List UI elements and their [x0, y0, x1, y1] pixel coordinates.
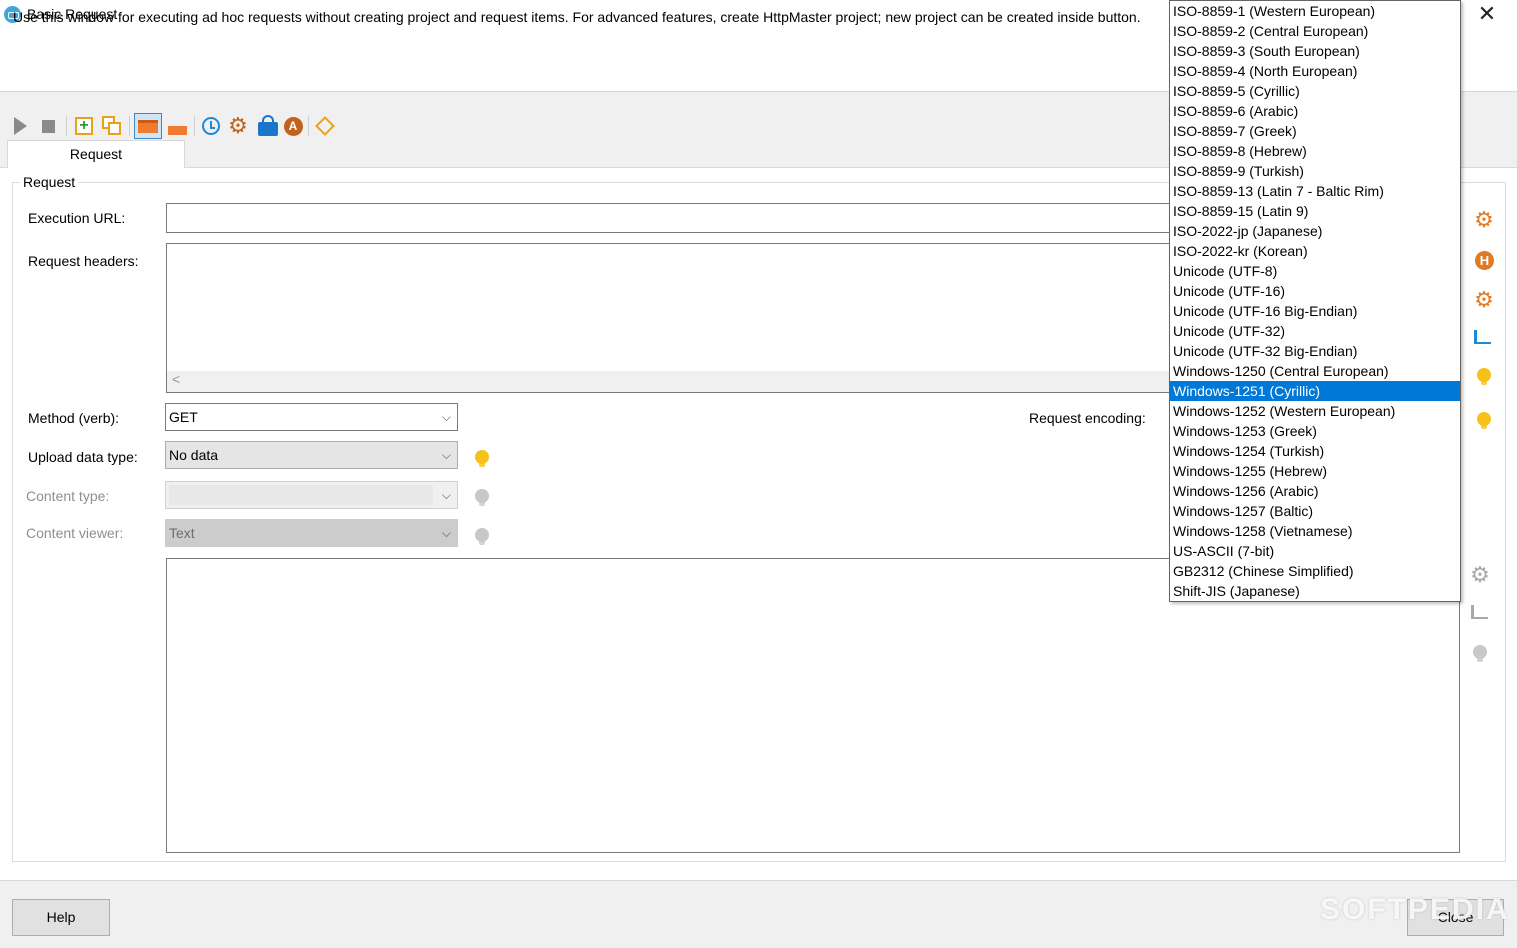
toolbar-separator: [308, 116, 309, 136]
encoding-option[interactable]: Unicode (UTF-16): [1170, 281, 1460, 301]
encoding-option[interactable]: Unicode (UTF-8): [1170, 261, 1460, 281]
upload-data-type-select[interactable]: No data ⌵: [165, 441, 458, 469]
chevron-down-icon: ⌵: [441, 410, 451, 424]
body-hint-bulb-icon: [1473, 645, 1487, 662]
encoding-option[interactable]: ISO-8859-4 (North European): [1170, 61, 1460, 81]
add-icon[interactable]: +: [74, 116, 94, 136]
url-settings-icon[interactable]: ⚙: [1474, 209, 1494, 231]
headers-settings-icon[interactable]: ⚙: [1474, 289, 1494, 311]
encoding-option[interactable]: Windows-1250 (Central European): [1170, 361, 1460, 381]
encoding-option[interactable]: Windows-1251 (Cyrillic): [1170, 381, 1460, 401]
encoding-option[interactable]: ISO-8859-2 (Central European): [1170, 21, 1460, 41]
encoding-option[interactable]: Windows-1257 (Baltic): [1170, 501, 1460, 521]
execution-url-label: Execution URL:: [28, 210, 126, 226]
encoding-option[interactable]: Unicode (UTF-16 Big-Endian): [1170, 301, 1460, 321]
settings-icon[interactable]: ⚙: [228, 115, 248, 137]
encoding-option[interactable]: Windows-1256 (Arabic): [1170, 481, 1460, 501]
chevron-down-icon: ⌵: [441, 526, 451, 540]
content-type-label: Content type:: [26, 488, 110, 504]
encoding-option[interactable]: Unicode (UTF-32): [1170, 321, 1460, 341]
encoding-option[interactable]: Windows-1253 (Greek): [1170, 421, 1460, 441]
close-icon[interactable]: ✕: [1475, 3, 1499, 27]
content-type-field: [169, 485, 433, 505]
execution-url-input[interactable]: [166, 203, 1176, 233]
timer-icon[interactable]: [201, 116, 221, 136]
auth-icon[interactable]: A: [283, 116, 303, 136]
toolbar-separator: [66, 116, 67, 136]
method-select[interactable]: GET ⌵: [165, 403, 458, 431]
headers-hint-bulb-icon[interactable]: [1477, 368, 1491, 385]
encoding-option[interactable]: Unicode (UTF-32 Big-Endian): [1170, 341, 1460, 361]
encoding-option[interactable]: Windows-1258 (Vietnamese): [1170, 521, 1460, 541]
request-group-label: Request: [20, 174, 79, 190]
scroll-left-icon[interactable]: <: [172, 371, 180, 387]
headers-horizontal-scrollbar[interactable]: [167, 371, 1175, 392]
encoding-option[interactable]: ISO-8859-5 (Cyrillic): [1170, 81, 1460, 101]
help-button[interactable]: Help: [12, 899, 110, 936]
headers-icon[interactable]: H: [1475, 251, 1494, 270]
hint-bulb-icon[interactable]: [475, 450, 489, 467]
method-value: GET: [169, 409, 198, 425]
encoding-option[interactable]: ISO-8859-3 (South European): [1170, 41, 1460, 61]
layout-horizontal-icon[interactable]: [134, 113, 162, 139]
description-text: Use this window for executing ad hoc req…: [13, 9, 1141, 25]
content-viewer-select: Text ⌵: [165, 519, 458, 547]
content-viewer-value: Text: [169, 525, 195, 541]
request-body-editor[interactable]: [166, 558, 1460, 853]
encoding-option[interactable]: ISO-8859-15 (Latin 9): [1170, 201, 1460, 221]
chevron-down-icon: ⌵: [441, 448, 451, 462]
run-icon[interactable]: [10, 116, 30, 136]
encoding-option[interactable]: ISO-8859-1 (Western European): [1170, 1, 1460, 21]
encoding-option[interactable]: ISO-8859-13 (Latin 7 - Baltic Rim): [1170, 181, 1460, 201]
stop-icon[interactable]: [38, 116, 58, 136]
add-parameter-icon[interactable]: [315, 116, 335, 136]
body-format-icon: [1471, 605, 1488, 619]
encoding-option[interactable]: ISO-2022-kr (Korean): [1170, 241, 1460, 261]
encoding-option[interactable]: Shift-JIS (Japanese): [1170, 581, 1460, 601]
headers-format-icon[interactable]: [1474, 330, 1491, 344]
body-settings-icon: ⚙: [1470, 562, 1490, 587]
encoding-option[interactable]: US-ASCII (7-bit): [1170, 541, 1460, 561]
hint-bulb-icon-disabled: [475, 489, 489, 506]
request-headers-label: Request headers:: [28, 253, 139, 269]
encoding-option[interactable]: ISO-8859-7 (Greek): [1170, 121, 1460, 141]
copy-icon[interactable]: [102, 116, 122, 136]
footer-divider: [0, 880, 1517, 881]
encoding-option[interactable]: ISO-2022-jp (Japanese): [1170, 221, 1460, 241]
hint-bulb-icon-disabled: [475, 528, 489, 545]
encoding-option[interactable]: Windows-1255 (Hebrew): [1170, 461, 1460, 481]
upload-data-type-value: No data: [169, 447, 219, 463]
content-viewer-label: Content viewer:: [26, 525, 124, 541]
encoding-option[interactable]: ISO-8859-8 (Hebrew): [1170, 141, 1460, 161]
lock-icon[interactable]: [258, 115, 278, 136]
toolbar-separator: [129, 116, 130, 136]
upload-data-type-label: Upload data type:: [28, 449, 138, 465]
encoding-option[interactable]: GB2312 (Chinese Simplified): [1170, 561, 1460, 581]
encoding-option[interactable]: Windows-1252 (Western European): [1170, 401, 1460, 421]
chevron-down-icon: ⌵: [441, 488, 451, 502]
tab-request[interactable]: Request: [7, 140, 185, 168]
watermark: SOFTPEDIA: [1320, 893, 1510, 926]
content-type-select: ⌵: [165, 481, 458, 509]
encoding-option[interactable]: ISO-8859-9 (Turkish): [1170, 161, 1460, 181]
toolbar-separator: [194, 116, 195, 136]
encoding-option[interactable]: Windows-1254 (Turkish): [1170, 441, 1460, 461]
layout-collapsed-icon[interactable]: [167, 116, 187, 136]
encoding-hint-bulb-icon[interactable]: [1477, 412, 1491, 429]
request-encoding-label: Request encoding:: [1029, 410, 1146, 426]
encoding-option[interactable]: ISO-8859-6 (Arabic): [1170, 101, 1460, 121]
encoding-dropdown-list[interactable]: ISO-8859-1 (Western European) ISO-8859-2 …: [1169, 0, 1461, 602]
method-label: Method (verb):: [28, 410, 120, 426]
